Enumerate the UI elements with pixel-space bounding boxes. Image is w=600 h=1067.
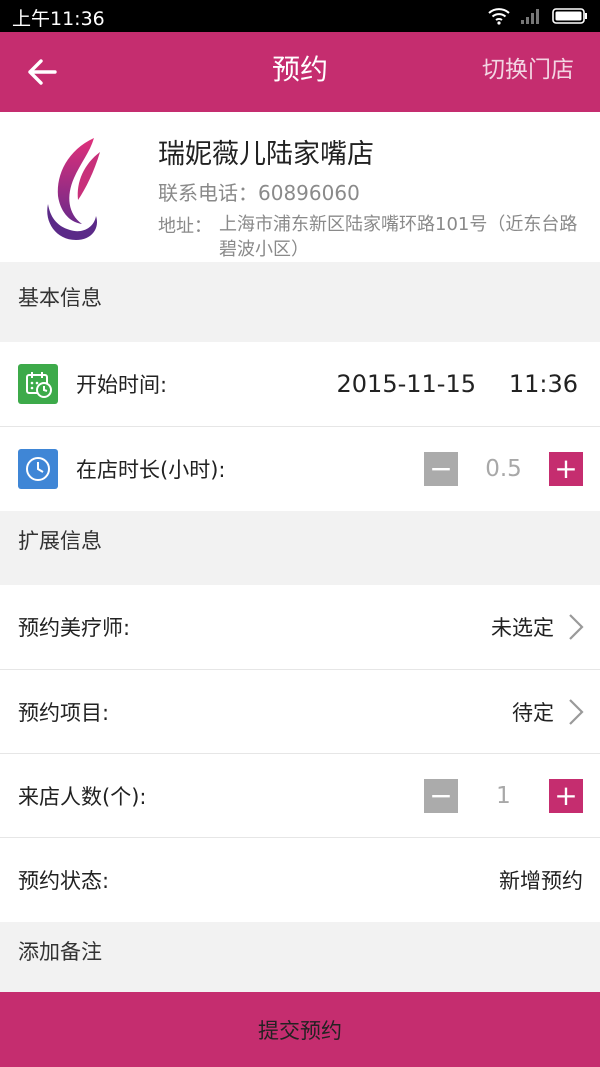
people-count-value: 1 <box>496 782 511 809</box>
store-address-label: 地址： <box>158 216 212 237</box>
booking-state-label: 预约状态: <box>18 869 110 893</box>
project-label: 预约项目: <box>18 700 110 725</box>
start-date-value[interactable]: 2015-11-15 <box>337 342 476 426</box>
section-label: 基本信息 <box>18 286 102 310</box>
section-label: 扩展信息 <box>18 529 102 553</box>
project-value: 待定 <box>512 700 554 725</box>
store-address: 上海市浦东新区陆家嘴环路101号（近东台路碧波小区） <box>219 214 578 260</box>
store-logo <box>38 130 108 248</box>
duration-label: 在店时长(小时): <box>76 458 226 482</box>
wifi-icon <box>488 7 510 29</box>
therapist-row[interactable]: 预约美疗师: 未选定 <box>0 585 600 670</box>
store-info-card: 瑞妮薇儿陆家嘴店 联系电话：60896060 地址： 上海市浦东新区陆家嘴环路1… <box>0 112 600 262</box>
store-name: 瑞妮薇儿陆家嘴店 <box>158 139 374 170</box>
battery-icon <box>552 8 588 28</box>
chevron-right-icon <box>566 612 586 642</box>
section-add-note[interactable]: 添加备注 <box>0 922 600 992</box>
people-count-stepper: − 1 + <box>424 778 583 813</box>
duration-row: 在店时长(小时): − 0.5 + <box>0 427 600 511</box>
therapist-label: 预约美疗师: <box>18 616 131 640</box>
submit-booking-button[interactable]: 提交预约 <box>0 992 600 1067</box>
app-header: 预约 切换门店 <box>0 32 600 112</box>
status-icons <box>488 7 588 29</box>
store-phone[interactable]: 联系电话：60896060 <box>158 177 360 206</box>
status-bar: 上午11:36 <box>0 0 600 32</box>
people-plus-button[interactable]: + <box>549 778 583 813</box>
therapist-value: 未选定 <box>491 616 554 640</box>
booking-state-value: 新增预约 <box>499 869 583 893</box>
clock-icon <box>18 449 58 489</box>
start-time-label: 开始时间: <box>76 373 168 397</box>
section-extended-info: 扩展信息 <box>0 511 600 585</box>
people-minus-button[interactable]: − <box>424 778 458 813</box>
duration-value: 0.5 <box>485 456 522 482</box>
duration-minus-button[interactable]: − <box>424 452 458 486</box>
start-time-row[interactable]: 开始时间: 2015-11-15 11:36 <box>0 342 600 427</box>
chevron-right-icon <box>566 697 586 727</box>
duration-plus-button[interactable]: + <box>549 452 583 486</box>
status-time: 上午11:36 <box>12 8 105 30</box>
add-note-label: 添加备注 <box>18 940 102 964</box>
start-time-value[interactable]: 11:36 <box>509 342 578 426</box>
people-count-row: 来店人数(个): − 1 + <box>0 754 600 838</box>
calendar-icon <box>18 364 58 404</box>
duration-stepper: − 0.5 + <box>424 452 583 486</box>
people-count-label: 来店人数(个): <box>18 784 147 809</box>
signal-icon <box>520 8 542 28</box>
switch-store-button[interactable]: 切换门店 <box>482 32 574 112</box>
booking-state-row: 预约状态: 新增预约 <box>0 838 600 922</box>
project-row[interactable]: 预约项目: 待定 <box>0 670 600 754</box>
section-basic-info: 基本信息 <box>0 262 600 342</box>
